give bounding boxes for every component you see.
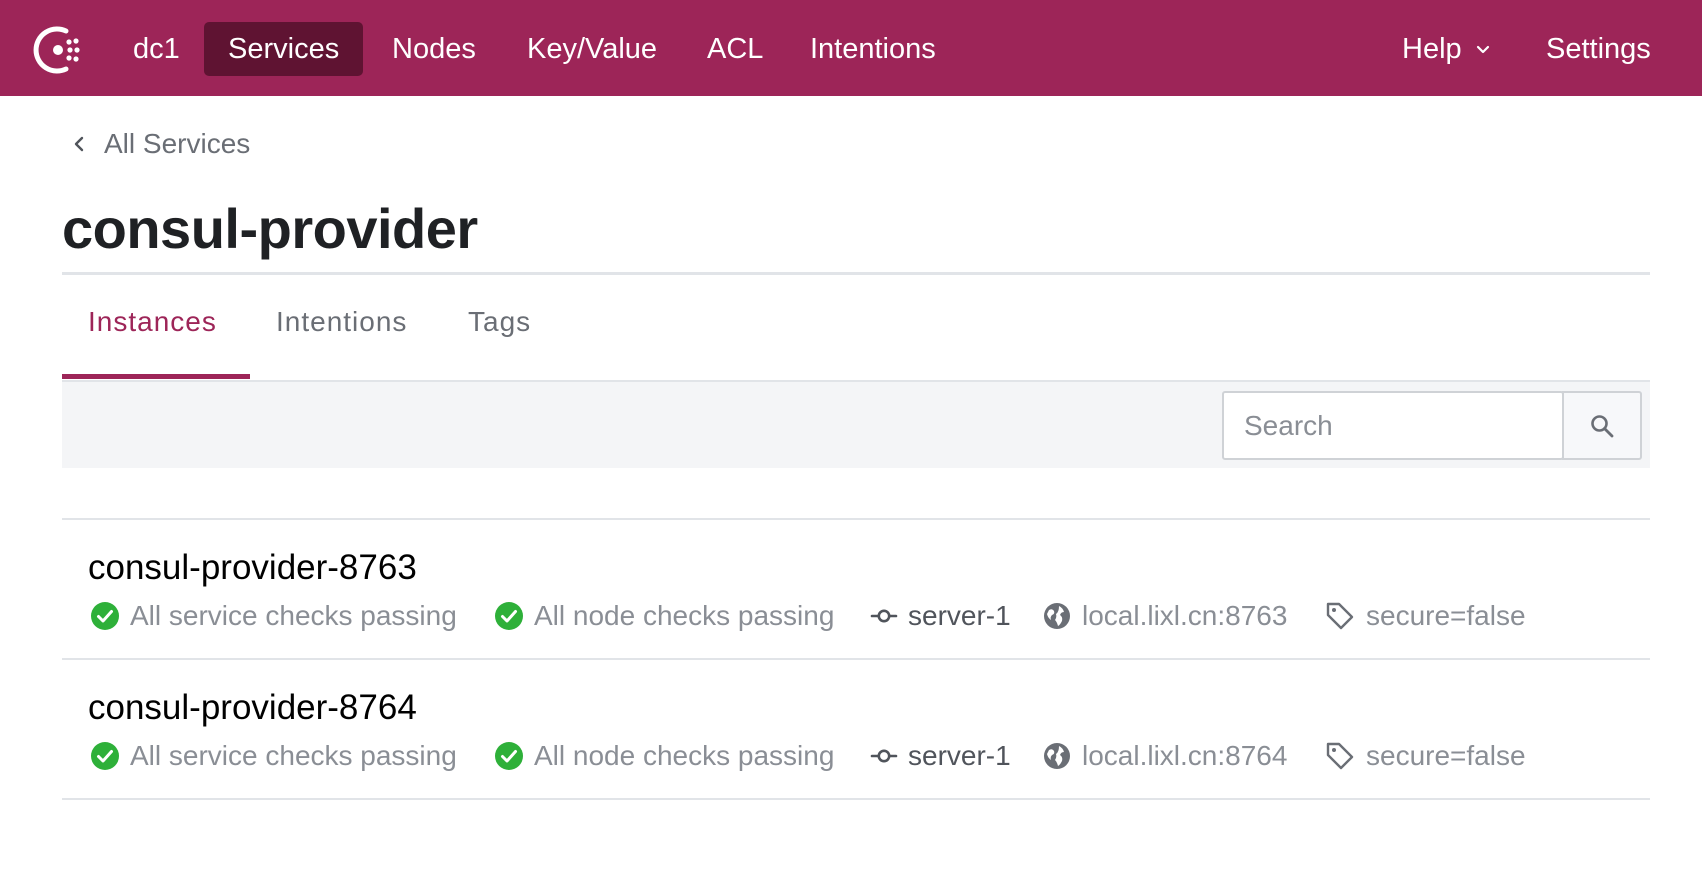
node-checks-label: All node checks passing [534,740,835,771]
instance-name-link[interactable]: consul-provider-8764 [88,688,417,728]
node-commit-icon [870,609,898,623]
globe-icon [1044,743,1070,769]
tab-intentions[interactable]: Intentions [276,306,407,338]
tag-label: secure=false [1366,740,1526,771]
list-divider [62,798,1650,800]
node-checks-status: All node checks passing [494,600,834,632]
check-circle-icon [91,742,119,770]
node-link[interactable]: server-1 [870,600,1011,632]
nav-nodes[interactable]: Nodes [368,22,500,76]
list-divider [62,518,1650,520]
check-circle-icon [495,602,523,630]
node-checks-status: All node checks passing [494,740,834,772]
tab-tags[interactable]: Tags [468,306,531,338]
service-checks-status: All service checks passing [90,600,457,632]
nav-key-value[interactable]: Key/Value [503,22,681,76]
tab-instances[interactable]: Instances [88,306,217,338]
tag-icon [1326,742,1354,770]
service-checks-label: All service checks passing [130,600,457,631]
chevron-left-icon [74,136,84,152]
instance-address: local.lixl.cn:8763 [1042,600,1287,632]
node-name: server-1 [908,740,1011,771]
node-checks-label: All node checks passing [534,600,835,631]
page-title: consul-provider [62,197,478,260]
list-divider [62,658,1650,660]
check-circle-icon [91,602,119,630]
nav-help-label: Help [1402,33,1462,65]
node-commit-icon [870,749,898,763]
check-circle-icon [495,742,523,770]
address-label: local.lixl.cn:8763 [1082,600,1288,631]
instance-address: local.lixl.cn:8764 [1042,740,1287,772]
tag-icon [1326,602,1354,630]
instance-tags: secure=false [1324,740,1526,772]
nav-help-menu[interactable]: Help [1378,22,1514,76]
nav-acl[interactable]: ACL [683,22,787,76]
breadcrumb-all-services-link[interactable]: All Services [104,128,250,160]
tag-label: secure=false [1366,600,1526,631]
service-checks-label: All service checks passing [130,740,457,771]
top-navigation: dc1 Services Nodes Key/Value ACL Intenti… [0,0,1702,96]
globe-icon [1044,603,1070,629]
node-link[interactable]: server-1 [870,740,1011,772]
nav-intentions[interactable]: Intentions [786,22,960,76]
active-tab-indicator [62,374,250,379]
search-input[interactable] [1224,393,1560,458]
instance-name-link[interactable]: consul-provider-8763 [88,548,417,588]
nav-services[interactable]: Services [204,22,364,76]
node-name: server-1 [908,600,1011,631]
breadcrumb[interactable]: All Services [70,124,250,164]
datacenter-selector[interactable]: dc1 [109,22,204,76]
instance-tags: secure=false [1324,600,1526,632]
service-checks-status: All service checks passing [90,740,457,772]
search-icon [1591,414,1614,437]
title-divider [62,272,1650,275]
chevron-down-icon [1476,46,1489,54]
address-label: local.lixl.cn:8764 [1082,740,1288,771]
consul-logo-icon[interactable] [28,20,88,80]
search-button[interactable] [1562,391,1642,460]
nav-settings[interactable]: Settings [1522,22,1675,76]
